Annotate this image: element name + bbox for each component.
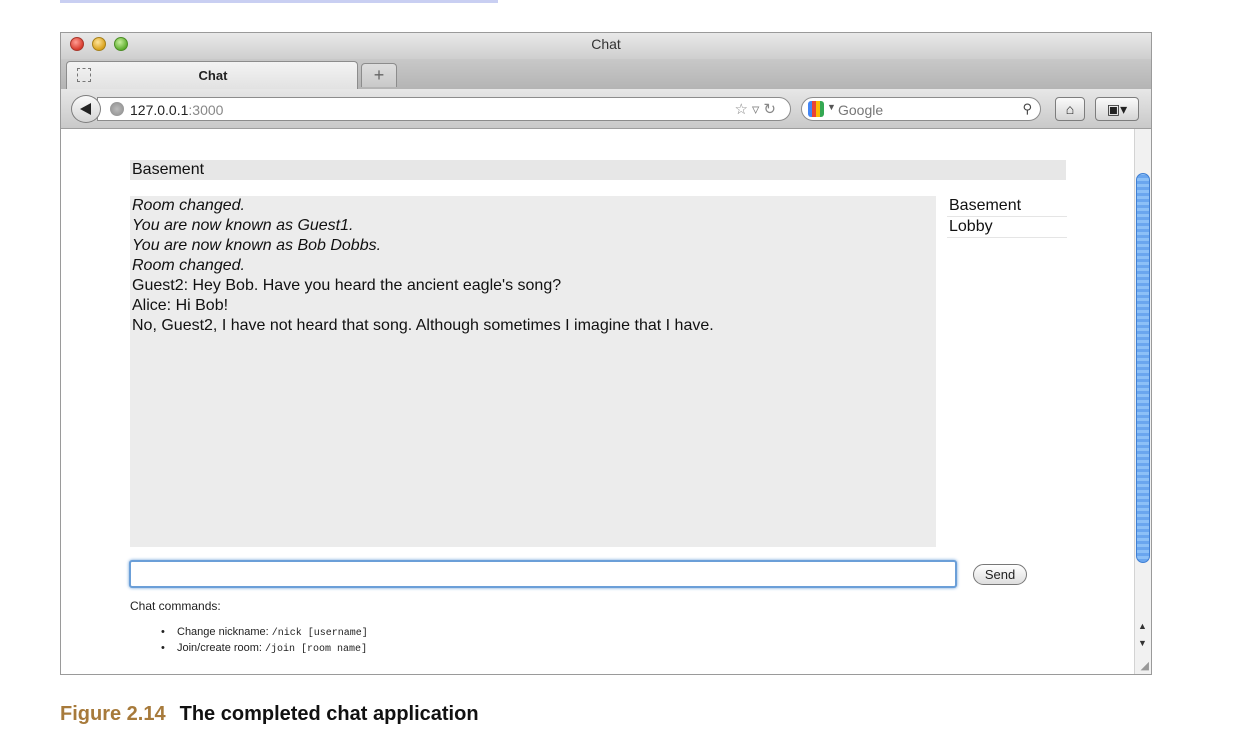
figure-caption: Figure 2.14 The completed chat applicatio… (60, 703, 479, 726)
bookmarks-button[interactable]: ▣▾ (1095, 97, 1139, 121)
command-syntax: /nick [username] (271, 628, 368, 639)
top-accent-bar (60, 0, 498, 3)
browser-window: Chat Chat + 127.0.0.1:3000 ☆▿↻ ▼ Google … (60, 32, 1152, 675)
command-label: Change nickname: (177, 626, 272, 638)
scroll-up-arrow-icon[interactable]: ▲ (1138, 621, 1147, 631)
bookmark-star-icon[interactable]: ☆ (734, 101, 751, 118)
figure-caption-text: The completed chat application (179, 703, 479, 725)
search-engine-dropdown-icon[interactable]: ▼ (827, 102, 836, 112)
address-bar[interactable]: 127.0.0.1:3000 ☆▿↻ (97, 97, 791, 121)
home-button[interactable]: ⌂ (1055, 97, 1085, 121)
search-bar[interactable]: ▼ Google ⚲ (801, 97, 1041, 121)
new-tab-button[interactable]: + (361, 63, 397, 87)
room-item-lobby[interactable]: Lobby (947, 217, 1067, 238)
globe-icon (110, 102, 124, 116)
figure-number: Figure 2.14 (60, 703, 166, 725)
url-port: :3000 (188, 102, 224, 118)
tab-label: Chat (198, 68, 228, 83)
scrollbar-thumb[interactable] (1136, 173, 1150, 563)
message-input[interactable] (129, 560, 957, 588)
command-syntax: /join [room name] (265, 644, 368, 655)
address-bar-actions: ☆▿↻ (734, 100, 780, 118)
message: Room changed. (132, 197, 245, 214)
room-header: Basement (130, 160, 1066, 180)
url-host: 127.0.0.1 (130, 102, 189, 118)
message: You are now known as Bob Dobbs. (132, 237, 382, 254)
page-viewport: Basement Room changed. You are now known… (61, 129, 1134, 674)
help-command-list: Change nickname: /nick [username] Join/c… (161, 625, 368, 657)
message: You are now known as Guest1. (132, 217, 354, 234)
reload-icon[interactable]: ↻ (763, 101, 780, 118)
tab-bar: Chat + (61, 59, 1151, 89)
resize-grip-icon[interactable]: ◢ (1141, 659, 1149, 672)
command-label: Join/create room: (177, 642, 266, 654)
magnifier-icon[interactable]: ⚲ (1022, 101, 1032, 117)
url-text: 127.0.0.1:3000 (130, 102, 223, 118)
message: Guest2: Hey Bob. Have you heard the anci… (132, 277, 562, 294)
window-title: Chat (591, 36, 621, 52)
message: Alice: Hi Bob! (132, 297, 229, 314)
title-bar: Chat (61, 33, 1151, 59)
help-title: Chat commands: (130, 599, 221, 613)
message: Room changed. (132, 257, 245, 274)
help-command-item: Join/create room: /join [room name] (161, 641, 368, 657)
vertical-scrollbar[interactable]: ▲ ▼ (1134, 129, 1151, 674)
google-logo-icon (808, 101, 824, 117)
home-icon: ⌂ (1065, 101, 1075, 117)
scroll-down-arrow-icon[interactable]: ▼ (1138, 638, 1147, 648)
back-button[interactable] (71, 95, 101, 123)
dropdown-icon[interactable]: ▿ (752, 101, 764, 118)
room-list: Basement Lobby (947, 196, 1067, 238)
room-item-basement[interactable]: Basement (947, 196, 1067, 217)
back-arrow-icon (80, 103, 91, 115)
navigation-toolbar: 127.0.0.1:3000 ☆▿↻ ▼ Google ⚲ ⌂ ▣▾ (61, 89, 1151, 129)
message: No, Guest2, I have not heard that song. … (132, 317, 714, 334)
send-button[interactable]: Send (973, 564, 1027, 585)
tab-chat[interactable]: Chat (66, 61, 358, 89)
help-command-item: Change nickname: /nick [username] (161, 625, 368, 641)
search-placeholder: Google (838, 102, 884, 118)
bookmarks-icon: ▣▾ (1106, 101, 1128, 117)
message-log: Room changed. You are now known as Guest… (130, 196, 936, 547)
